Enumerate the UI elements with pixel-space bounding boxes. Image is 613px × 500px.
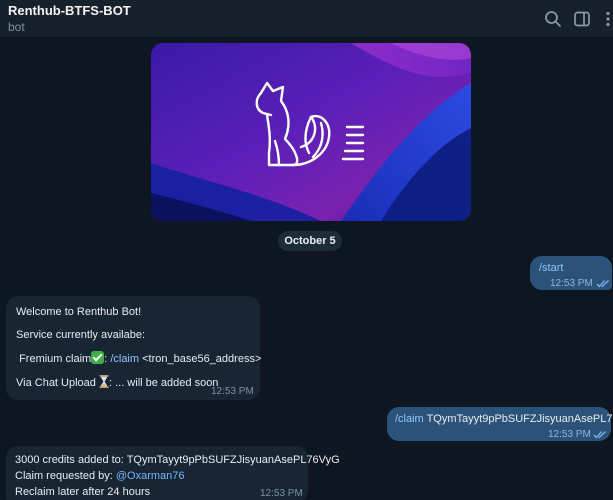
start-command-link[interactable]: /start	[539, 260, 563, 276]
chat-title[interactable]: Renthub-BTFS-BOT	[8, 3, 131, 18]
welcome-line: Welcome to Renthub Bot!	[16, 306, 142, 318]
service-line: Service currently availabe:	[16, 329, 146, 341]
claim-command-link[interactable]: /claim	[395, 413, 424, 425]
message-welcome[interactable]: Welcome to Renthub Bot! Service currentl…	[6, 296, 262, 400]
side-panel-icon[interactable]	[572, 9, 592, 29]
requested-by-line: Claim requested by: @Oxarman76	[15, 470, 185, 482]
premium-label: Fremium claim	[19, 353, 92, 365]
hourglass-emoji	[99, 375, 109, 388]
message-claim[interactable]: /claim TQymTayyt9pPbSUFZJisyuanAsePL76Vy…	[387, 407, 613, 441]
message-time: 12:53 PM	[548, 429, 591, 440]
message-time: 12:53 PM	[550, 278, 593, 289]
bot-banner-image	[151, 43, 471, 221]
claim-argument: <tron_base56_address>	[139, 353, 262, 365]
premium-claim-line: Fremium claim: /claim <tron_base56_addre…	[19, 351, 262, 365]
credits-line: 3000 credits added to: TQymTayyt9pPbSUFZ…	[15, 454, 340, 466]
search-icon[interactable]	[543, 9, 563, 29]
claim-command-link[interactable]: /claim	[110, 353, 139, 365]
message-time: 12:53 PM	[211, 386, 254, 397]
message-start[interactable]: /start 12:53 PM	[530, 256, 612, 290]
more-icon[interactable]	[598, 9, 610, 29]
double-check-icon	[593, 431, 606, 439]
tron-address: TQymTayyt9pPbSUFZJisyuanAsePL76VyG	[426, 413, 613, 425]
message-time: 12:53 PM	[260, 488, 303, 499]
date-separator: October 5	[278, 231, 342, 251]
message-feed[interactable]: October 5 /start 12:53 PM Welcome to Ren…	[0, 38, 613, 500]
double-check-icon	[596, 280, 609, 288]
chat-status: bot	[8, 20, 25, 34]
message-credits[interactable]: 3000 credits added to: TQymTayyt9pPbSUFZ…	[6, 446, 340, 500]
user-mention-link[interactable]: @Oxarman76	[116, 470, 185, 482]
check-mark-emoji	[91, 351, 105, 364]
chat-header: Renthub-BTFS-BOT bot	[0, 0, 613, 38]
